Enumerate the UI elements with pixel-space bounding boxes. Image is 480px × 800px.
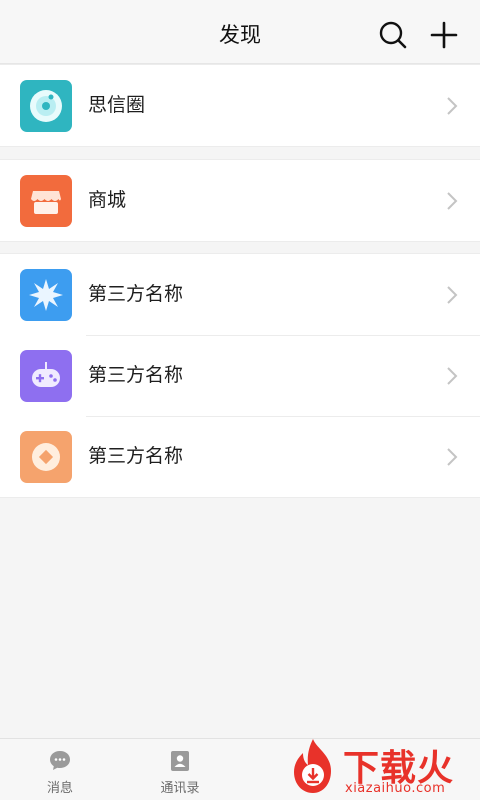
list-item-shop[interactable]: 商城 bbox=[0, 160, 480, 241]
chevron-right-icon bbox=[446, 285, 458, 305]
flame-logo-icon bbox=[294, 739, 331, 793]
coin-icon bbox=[20, 431, 72, 483]
chat-bubble-icon bbox=[48, 749, 72, 773]
page-title: 发现 bbox=[219, 23, 261, 47]
starburst-icon bbox=[20, 269, 72, 321]
list-item-third-party-1[interactable]: 第三方名称 bbox=[0, 254, 480, 335]
tab-label: 消息 bbox=[46, 781, 73, 796]
contacts-icon bbox=[168, 749, 192, 773]
section-shop: 商城 bbox=[0, 159, 480, 242]
item-label: 第三方名称 bbox=[88, 445, 184, 467]
chevron-right-icon bbox=[446, 447, 458, 467]
plus-icon[interactable] bbox=[429, 20, 459, 50]
item-label: 第三方名称 bbox=[88, 364, 184, 386]
item-label: 商城 bbox=[88, 189, 127, 211]
chevron-right-icon bbox=[446, 191, 458, 211]
list-item-moments[interactable]: 思信圈 bbox=[0, 65, 480, 146]
item-label: 思信圈 bbox=[88, 94, 146, 116]
watermark-logo: 下载火 xiazaihuo.com bbox=[283, 735, 480, 800]
top-nav-bar: 发现 bbox=[0, 0, 480, 64]
list-item-third-party-3[interactable]: 第三方名称 bbox=[0, 416, 480, 497]
moments-disc-icon bbox=[20, 80, 72, 132]
gamepad-icon bbox=[20, 350, 72, 402]
section-third-party: 第三方名称 第三方名称 第三方名称 bbox=[0, 253, 480, 498]
chevron-right-icon bbox=[446, 96, 458, 116]
chevron-right-icon bbox=[446, 366, 458, 386]
search-icon[interactable] bbox=[378, 20, 408, 50]
tab-label: 通讯录 bbox=[160, 781, 200, 796]
item-label: 第三方名称 bbox=[88, 283, 184, 305]
tab-contacts[interactable]: 通讯录 bbox=[120, 739, 240, 800]
section-moments: 思信圈 bbox=[0, 64, 480, 147]
shop-icon bbox=[20, 175, 72, 227]
tab-messages[interactable]: 消息 bbox=[0, 739, 120, 800]
watermark-url: xiazaihuo.com bbox=[345, 781, 446, 796]
list-item-third-party-2[interactable]: 第三方名称 bbox=[0, 335, 480, 416]
